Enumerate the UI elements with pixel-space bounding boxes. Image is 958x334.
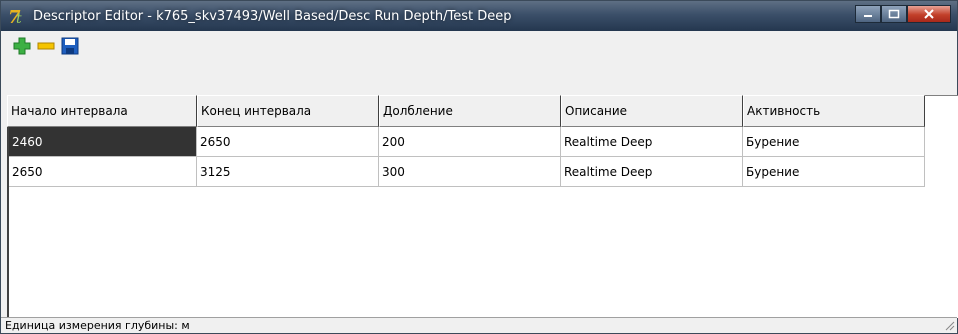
toolbar xyxy=(1,31,957,61)
app-logo-icon[interactable]: 7 t xyxy=(7,6,27,26)
title-bar[interactable]: 7 t Descriptor Editor - k765_skv37493/We… xyxy=(1,1,957,31)
column-header-description[interactable]: Описание xyxy=(561,95,743,127)
column-header-activity[interactable]: Активность xyxy=(743,95,925,127)
status-text: Единица измерения глубины: м xyxy=(5,319,190,332)
table-cell[interactable]: 2460 xyxy=(9,127,197,157)
add-row-button[interactable] xyxy=(11,35,33,57)
maximize-icon xyxy=(888,9,900,19)
table-cell[interactable]: 2650 xyxy=(9,157,197,187)
table-cell[interactable]: 2650 xyxy=(197,127,379,157)
save-button[interactable] xyxy=(59,35,81,57)
table-cell[interactable]: Realtime Deep xyxy=(561,127,743,157)
table-cell[interactable]: 300 xyxy=(379,157,561,187)
svg-text:t: t xyxy=(16,11,22,26)
column-header-end[interactable]: Конец интервала xyxy=(197,95,379,127)
add-icon xyxy=(13,37,31,55)
close-icon xyxy=(924,9,934,19)
grid-header: Начало интервала Конец интервала Долблен… xyxy=(7,95,925,127)
table-cell[interactable]: 3125 xyxy=(197,157,379,187)
close-button[interactable] xyxy=(907,5,951,23)
remove-row-button[interactable] xyxy=(35,35,57,57)
window-title: Descriptor Editor - k765_skv37493/Well B… xyxy=(33,8,512,24)
minimize-icon xyxy=(864,15,872,17)
window-controls xyxy=(855,5,951,23)
status-bar: Единица измерения глубины: м xyxy=(1,317,957,333)
remove-icon xyxy=(37,42,55,50)
descriptor-editor-window: 7 t Descriptor Editor - k765_skv37493/We… xyxy=(0,0,958,334)
table-row[interactable]: 2460 2650 200 Realtime Deep Бурение xyxy=(9,127,925,157)
table-cell[interactable]: Бурение xyxy=(743,157,925,187)
table-cell[interactable]: Realtime Deep xyxy=(561,157,743,187)
column-header-drilling[interactable]: Долбление xyxy=(379,95,561,127)
save-icon xyxy=(61,37,79,55)
column-header-start[interactable]: Начало интервала xyxy=(7,95,197,127)
maximize-button[interactable] xyxy=(881,5,907,23)
table-cell[interactable]: Бурение xyxy=(743,127,925,157)
table-row[interactable]: 2650 3125 300 Realtime Deep Бурение xyxy=(9,157,925,187)
minimize-button[interactable] xyxy=(855,5,881,23)
resize-grip-icon[interactable] xyxy=(943,319,955,331)
table-cell[interactable]: 200 xyxy=(379,127,561,157)
